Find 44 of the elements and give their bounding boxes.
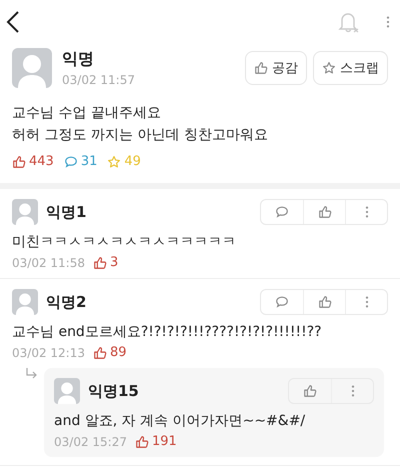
like-count: 3	[110, 255, 118, 270]
comment-author: 익명1	[46, 202, 88, 222]
more-icon	[364, 205, 368, 219]
avatar-icon	[12, 48, 52, 88]
scrap-button[interactable]: 스크랩	[313, 51, 388, 85]
more-icon	[350, 384, 354, 398]
thumbs-up-icon	[134, 434, 149, 448]
comment-time: 03/02 12:13	[12, 346, 85, 360]
back-icon[interactable]	[6, 10, 20, 34]
like-count: 443	[29, 154, 54, 169]
post-text: 허허 그정도 까지는 아닌데 칭찬고마워요	[12, 126, 269, 145]
avatar-icon	[54, 378, 80, 404]
more-icon	[364, 295, 368, 309]
comment-time: 03/02 15:27	[54, 434, 127, 448]
reply-arrow-icon	[26, 368, 38, 380]
thumbs-up-icon	[318, 295, 332, 309]
avatar-icon	[12, 289, 38, 315]
author-name: 익명	[62, 49, 95, 70]
thumbs-up-icon	[318, 205, 332, 219]
comment-author: 익명15	[88, 382, 140, 400]
post-time: 03/02 11:57	[62, 73, 136, 87]
scrap-count: 49	[124, 154, 141, 169]
thumbs-up-icon	[254, 61, 268, 75]
thumbs-up-icon	[12, 154, 26, 168]
avatar-icon	[12, 199, 38, 225]
like-count: 89	[110, 345, 127, 360]
thumbs-up-icon	[92, 346, 107, 360]
like-button[interactable]: 공감	[245, 51, 307, 85]
more-icon	[386, 15, 390, 29]
star-icon	[107, 154, 122, 168]
comment-text: and 알죠, 자 계속 이어가자면~~#&#/	[54, 412, 306, 431]
post-text: 교수님 수업 끝내주세요	[12, 104, 162, 123]
comment-text: 미친ㅋㅋㅅㅋㅅㅋㅅㅋㅅㅋㅋㅋㅋㅋ	[12, 233, 237, 252]
star-icon	[322, 61, 336, 75]
comment-icon	[275, 205, 289, 219]
comment-time: 03/02 11:58	[12, 256, 85, 270]
comment-icon	[64, 154, 78, 168]
comment-text: 교수님 end모르세요?!?!?!?!!!????!?!?!?!!!!!!??	[12, 323, 323, 342]
comment-author: 익명2	[46, 292, 88, 312]
like-count: 191	[152, 434, 177, 449]
comment-icon	[275, 295, 289, 309]
comment-count: 31	[80, 154, 98, 169]
thumbs-up-icon	[92, 256, 107, 270]
thumbs-up-icon	[303, 384, 317, 398]
